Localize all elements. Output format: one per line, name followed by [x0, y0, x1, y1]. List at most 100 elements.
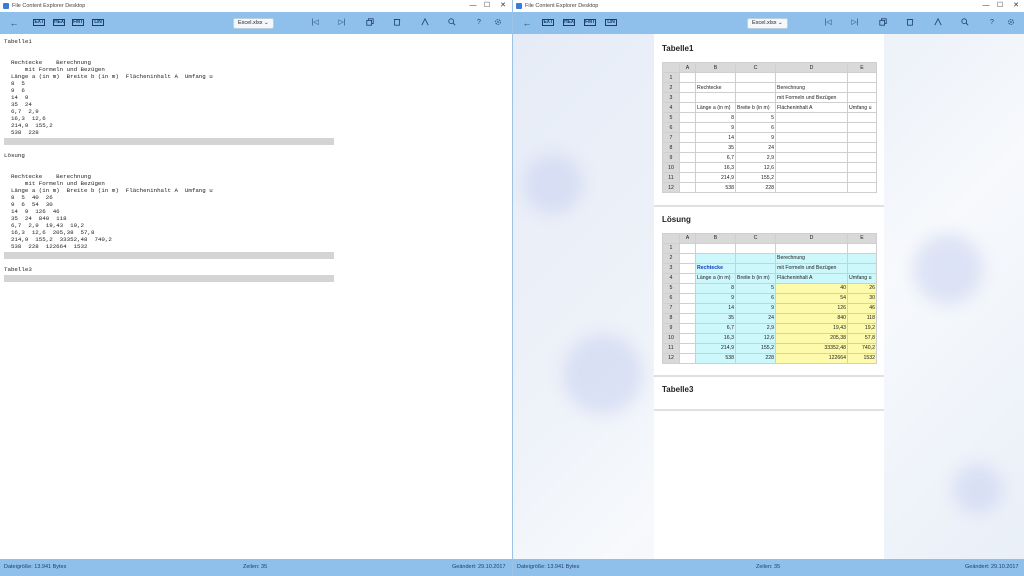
- column-header[interactable]: D: [775, 62, 848, 73]
- row-number[interactable]: 4: [662, 102, 680, 113]
- cell[interactable]: 6: [735, 122, 776, 133]
- column-header[interactable]: C: [735, 232, 776, 244]
- row-number[interactable]: 7: [662, 132, 680, 143]
- lin-mode-button[interactable]: LIN: [605, 19, 617, 26]
- cell[interactable]: 228: [735, 182, 776, 193]
- cell[interactable]: [775, 142, 848, 153]
- column-header[interactable]: A: [679, 62, 696, 73]
- cell[interactable]: 214,9: [695, 342, 736, 354]
- back-arrow-icon[interactable]: ←: [521, 17, 533, 29]
- row-number[interactable]: 12: [662, 352, 680, 364]
- cell[interactable]: 840: [775, 312, 848, 324]
- cell[interactable]: [679, 322, 696, 334]
- cell[interactable]: [735, 252, 776, 264]
- cell[interactable]: 9: [735, 132, 776, 143]
- cell[interactable]: [679, 102, 696, 113]
- cell[interactable]: 19,2: [847, 322, 877, 334]
- cell[interactable]: Flächeninhalt A: [775, 272, 848, 284]
- cell[interactable]: [847, 242, 877, 254]
- close-button[interactable]: ✕: [1009, 0, 1023, 12]
- search-icon[interactable]: [959, 17, 971, 29]
- cell[interactable]: 30: [847, 292, 877, 304]
- last-page-icon[interactable]: ▷|: [849, 17, 861, 29]
- cell[interactable]: [775, 172, 848, 183]
- cell[interactable]: [695, 72, 736, 83]
- cell[interactable]: 8: [695, 282, 736, 294]
- cell[interactable]: 8: [695, 112, 736, 123]
- cell[interactable]: [775, 162, 848, 173]
- cell[interactable]: [735, 262, 776, 274]
- maximize-button[interactable]: ☐: [480, 0, 494, 12]
- cell[interactable]: [847, 172, 877, 183]
- cell[interactable]: 46: [847, 302, 877, 314]
- cell[interactable]: [679, 92, 696, 103]
- cell[interactable]: 24: [735, 142, 776, 153]
- cell[interactable]: [679, 282, 696, 294]
- cell[interactable]: [775, 132, 848, 143]
- close-button[interactable]: ✕: [496, 0, 510, 12]
- minimize-button[interactable]: —: [979, 0, 993, 12]
- cell[interactable]: 214,9: [695, 172, 736, 183]
- minimize-button[interactable]: —: [466, 0, 480, 12]
- cell[interactable]: [679, 242, 696, 254]
- cell[interactable]: Rechtecke: [695, 262, 736, 274]
- row-number[interactable]: 3: [662, 262, 680, 274]
- cell[interactable]: 14: [695, 302, 736, 314]
- cell[interactable]: [775, 182, 848, 193]
- last-page-icon[interactable]: ▷|: [336, 17, 348, 29]
- row-number[interactable]: 5: [662, 282, 680, 294]
- cell[interactable]: [847, 252, 877, 264]
- cell[interactable]: 5: [735, 282, 776, 294]
- cell[interactable]: [735, 242, 776, 254]
- row-number[interactable]: 8: [662, 312, 680, 324]
- cell[interactable]: [847, 112, 877, 123]
- cell[interactable]: [847, 122, 877, 133]
- cell[interactable]: mit Formeln und Bezügen: [775, 262, 848, 274]
- row-number[interactable]: 4: [662, 272, 680, 284]
- file-dropdown[interactable]: Excel.xlsx ⌄: [747, 18, 788, 29]
- cell[interactable]: [735, 92, 776, 103]
- cell[interactable]: 1532: [847, 352, 877, 364]
- cell[interactable]: [695, 242, 736, 254]
- cell[interactable]: [679, 72, 696, 83]
- cell[interactable]: [679, 112, 696, 123]
- cell[interactable]: 2,9: [735, 322, 776, 334]
- ext-mode-button[interactable]: EXT: [542, 19, 554, 26]
- cell[interactable]: 205,38: [775, 332, 848, 344]
- cell[interactable]: [775, 72, 848, 83]
- row-number[interactable]: 11: [662, 172, 680, 183]
- row-number[interactable]: 10: [662, 332, 680, 344]
- cell[interactable]: [679, 302, 696, 314]
- ext-mode-button[interactable]: EXT: [33, 19, 45, 26]
- row-number[interactable]: 3: [662, 92, 680, 103]
- cell[interactable]: [695, 92, 736, 103]
- cell[interactable]: [847, 132, 877, 143]
- cell[interactable]: [679, 312, 696, 324]
- row-number[interactable]: 2: [662, 252, 680, 264]
- cell[interactable]: [679, 182, 696, 193]
- cell[interactable]: [775, 152, 848, 163]
- title-bar[interactable]: File Content Explorer Desktop — ☐ ✕: [0, 0, 512, 12]
- column-header[interactable]: [662, 62, 680, 73]
- settings-icon[interactable]: [492, 17, 504, 29]
- row-number[interactable]: 2: [662, 82, 680, 93]
- hex-mode-button[interactable]: HEX: [53, 19, 65, 26]
- cell[interactable]: [775, 112, 848, 123]
- cell[interactable]: [679, 152, 696, 163]
- cell[interactable]: Berechnung: [775, 252, 848, 264]
- cell[interactable]: 35: [695, 142, 736, 153]
- sheet-grid[interactable]: A B C D E 1 2 Berechnung 3 Rechtecke mit Formeln u…: [662, 232, 877, 364]
- help-icon[interactable]: ?: [473, 17, 485, 29]
- cell[interactable]: [735, 82, 776, 93]
- cell[interactable]: Umfang u: [847, 272, 877, 284]
- cell[interactable]: 2,9: [735, 152, 776, 163]
- column-header[interactable]: D: [775, 232, 848, 244]
- column-header[interactable]: E: [847, 62, 877, 73]
- delete-icon[interactable]: [904, 17, 916, 29]
- cell[interactable]: Flächeninhalt A: [775, 102, 848, 113]
- row-number[interactable]: 10: [662, 162, 680, 173]
- first-page-icon[interactable]: |◁: [309, 17, 321, 29]
- row-number[interactable]: 7: [662, 302, 680, 314]
- compare-icon[interactable]: [932, 17, 944, 29]
- cell[interactable]: [847, 142, 877, 153]
